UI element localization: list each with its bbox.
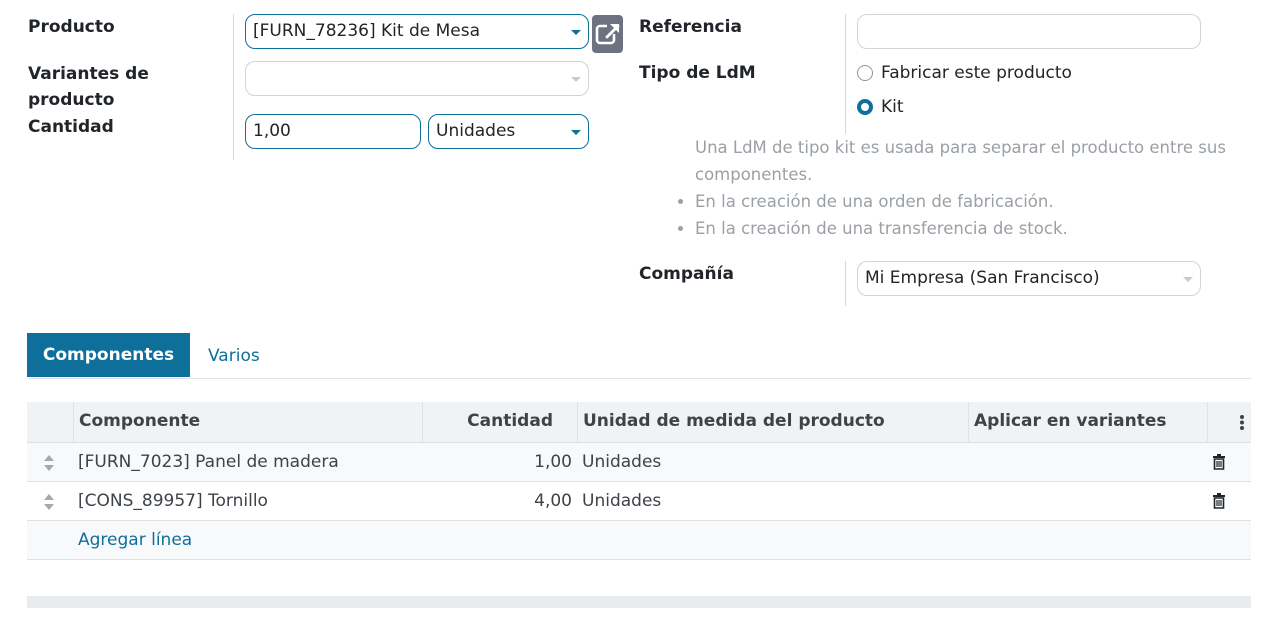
column-separator: [968, 402, 969, 443]
tab-varios[interactable]: Varios: [208, 333, 260, 377]
add-line-row: [27, 521, 1251, 560]
quantity-label: Cantidad: [28, 117, 114, 137]
row-uom[interactable]: Unidades: [582, 482, 661, 520]
chevron-down-icon: [571, 77, 581, 82]
column-separator: [1207, 402, 1208, 443]
optional-columns-icon[interactable]: [1239, 414, 1245, 431]
row-component[interactable]: [CONS_89957] Tornillo: [78, 482, 268, 520]
product-select[interactable]: [FURN_78236] Kit de Mesa: [245, 14, 589, 49]
row-quantity[interactable]: 1,00: [423, 443, 572, 481]
bom-type-option-manufacture[interactable]: Fabricar este producto: [881, 61, 1072, 85]
bom-type-label: Tipo de LdM: [639, 63, 756, 83]
product-select-value: [FURN_78236] Kit de Mesa: [253, 21, 480, 41]
product-label: Producto: [28, 17, 115, 37]
table-header: Componente Cantidad Unidad de medida del…: [27, 402, 1251, 443]
help-intro: Una LdM de tipo kit es usada para separa…: [695, 138, 1226, 184]
variants-select[interactable]: [245, 61, 589, 96]
external-link-button[interactable]: [592, 15, 623, 53]
external-link-icon: [595, 20, 621, 45]
bom-type-radio-kit[interactable]: [857, 99, 873, 115]
trash-icon[interactable]: [1212, 454, 1226, 470]
table-row[interactable]: [FURN_7023] Panel de madera 1,00 Unidade…: [27, 443, 1251, 482]
row-uom[interactable]: Unidades: [582, 443, 661, 481]
help-bullet: En la creación de una orden de fabricaci…: [695, 188, 1250, 215]
tab-componentes[interactable]: Componentes: [27, 333, 190, 377]
quantity-input-value: 1,00: [253, 121, 291, 141]
row-quantity[interactable]: 4,00: [423, 482, 572, 520]
uom-select[interactable]: Unidades: [428, 114, 589, 149]
reference-input[interactable]: [857, 14, 1201, 49]
chevron-down-icon: [571, 130, 581, 135]
column-separator: [73, 402, 74, 443]
column-separator: [577, 402, 578, 443]
footer-bar: [27, 596, 1251, 608]
column-header-variants[interactable]: Aplicar en variantes: [974, 402, 1167, 443]
bom-type-help: Una LdM de tipo kit es usada para separa…: [695, 134, 1250, 242]
help-bullet: En la creación de una transferencia de s…: [695, 215, 1250, 242]
uom-select-value: Unidades: [436, 121, 516, 141]
drag-handle-icon[interactable]: [44, 455, 54, 471]
variants-label-line1: Variantes de: [28, 64, 149, 84]
quantity-input[interactable]: 1,00: [245, 114, 421, 149]
chevron-down-icon: [1183, 277, 1193, 282]
reference-label: Referencia: [639, 17, 742, 37]
bom-type-option-kit[interactable]: Kit: [881, 95, 904, 119]
company-select[interactable]: Mi Empresa (San Francisco): [857, 261, 1201, 296]
company-separator: [845, 261, 846, 306]
right-separator: [845, 14, 846, 134]
table-row[interactable]: [CONS_89957] Tornillo 4,00 Unidades: [27, 482, 1251, 521]
left-separator: [233, 14, 234, 160]
column-header-quantity[interactable]: Cantidad: [423, 402, 553, 443]
trash-icon[interactable]: [1212, 493, 1226, 509]
tab-divider: [27, 378, 1251, 379]
company-label: Compañía: [639, 264, 734, 284]
drag-handle-icon[interactable]: [44, 494, 54, 510]
variants-label-line2: producto: [28, 90, 115, 110]
column-header-uom[interactable]: Unidad de medida del producto: [583, 402, 885, 443]
row-component[interactable]: [FURN_7023] Panel de madera: [78, 443, 339, 481]
column-header-component[interactable]: Componente: [79, 402, 200, 443]
chevron-down-icon: [571, 30, 581, 35]
company-select-value: Mi Empresa (San Francisco): [865, 268, 1100, 288]
bom-type-radio-manufacture[interactable]: [857, 65, 873, 81]
add-line-link[interactable]: Agregar línea: [78, 527, 192, 553]
